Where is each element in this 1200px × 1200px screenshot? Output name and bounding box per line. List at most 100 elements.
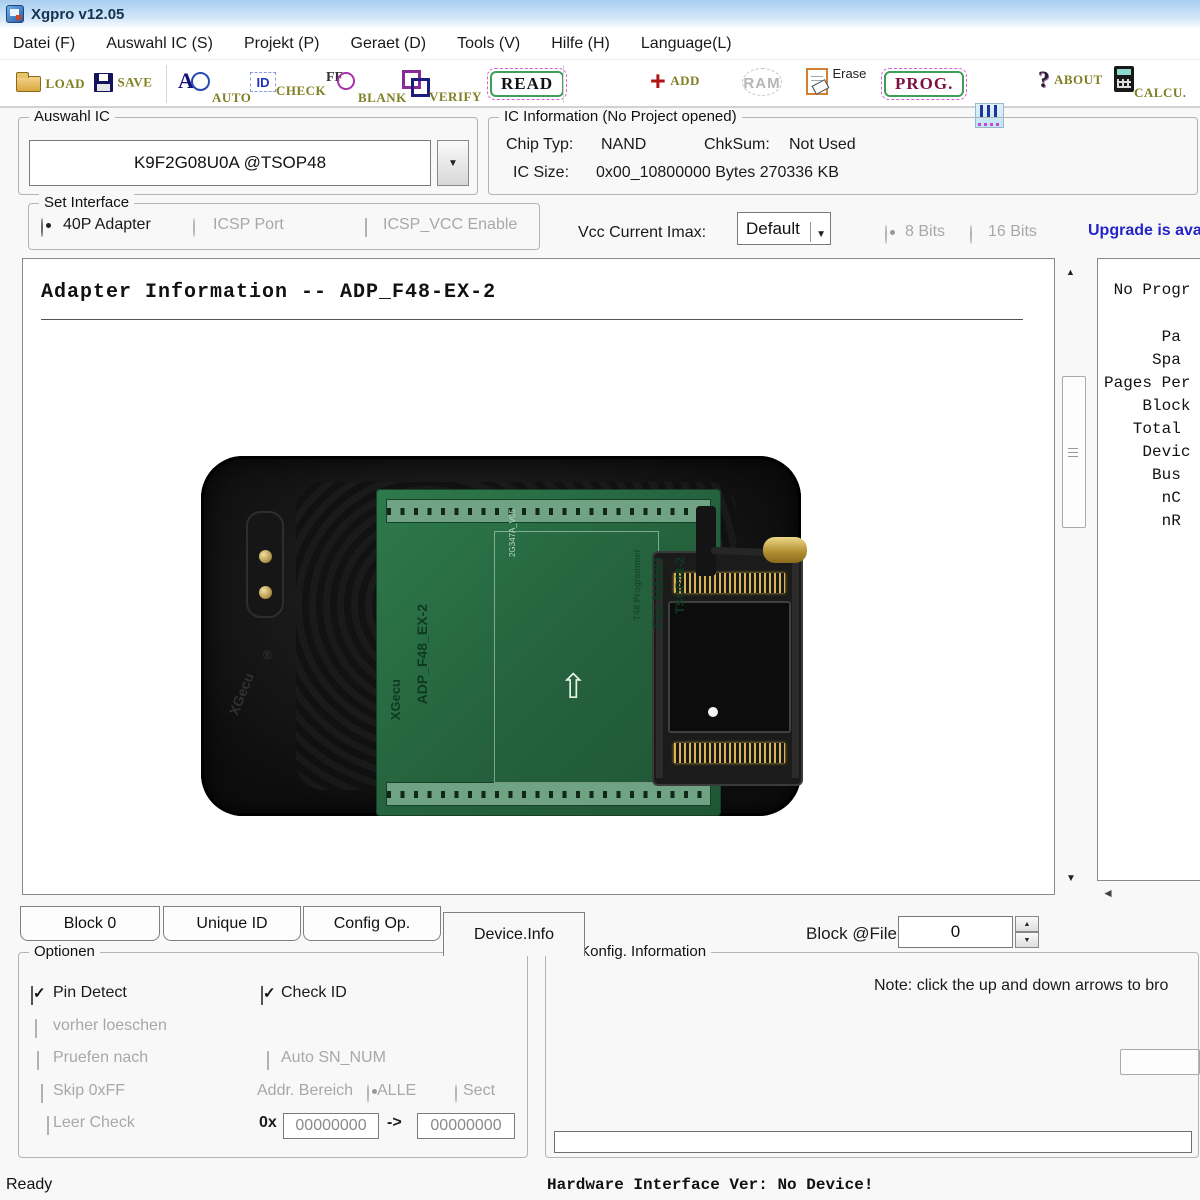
menu-projekt[interactable]: Projekt (P) bbox=[241, 33, 323, 55]
spin-up-icon[interactable] bbox=[1015, 916, 1039, 932]
menu-hilfe[interactable]: Hilfe (H) bbox=[548, 33, 613, 55]
pin1-marker bbox=[708, 707, 718, 717]
checkbox-skip-0xff bbox=[41, 1084, 43, 1103]
load-button[interactable]: LOAD bbox=[16, 75, 85, 93]
adapter-info-title: Adapter Information -- ADP_F48-EX-2 bbox=[41, 281, 496, 304]
ram-button: RAM bbox=[740, 66, 784, 100]
calcu-button[interactable]: CALCU. bbox=[1114, 66, 1186, 92]
checkbox-pruefen-nach bbox=[37, 1051, 39, 1070]
check-label: CHECK bbox=[276, 83, 326, 98]
vcc-combo-arrow-icon[interactable] bbox=[810, 222, 826, 242]
menu-language[interactable]: Language(L) bbox=[638, 33, 735, 55]
hex-prefix-label: 0x bbox=[259, 1114, 277, 1132]
xgpro-window: Xgpro v12.05 Datei (F) Auswahl IC (S) Pr… bbox=[0, 0, 1200, 1200]
pin-header-top bbox=[386, 499, 711, 523]
title-underline bbox=[41, 319, 1023, 320]
checkbox-pin-detect-label: Pin Detect bbox=[53, 984, 127, 1002]
addr-to-value: 00000000 bbox=[430, 1117, 501, 1135]
auto-button[interactable]: AAUTO bbox=[178, 68, 251, 101]
add-button[interactable]: + ADD bbox=[650, 69, 700, 93]
tab-unique-id-label: Unique ID bbox=[196, 915, 267, 933]
upgrade-link[interactable]: Upgrade is ava bbox=[1088, 222, 1200, 240]
radio-40p-adapter-label: 40P Adapter bbox=[63, 216, 151, 234]
block-at-file-value: 0 bbox=[951, 922, 960, 942]
optionen-group: Optionen Pin Detect Check ID vorher loes… bbox=[18, 952, 528, 1158]
device-panel-line: Block bbox=[1104, 395, 1200, 418]
prog-button[interactable]: PROG. bbox=[881, 68, 967, 100]
scroll-down-icon[interactable] bbox=[1066, 868, 1076, 886]
up-arrow-silkscreen: ⇧ bbox=[559, 671, 588, 703]
verify-button[interactable]: VERIFY bbox=[402, 70, 482, 100]
vcc-combo[interactable]: Default bbox=[737, 212, 831, 245]
chksum-label: ChkSum: bbox=[704, 136, 770, 154]
status-bar: Ready Hardware Interface Ver: No Device! bbox=[0, 1164, 1200, 1200]
socket-pins-bottom bbox=[674, 743, 785, 763]
toolbar: LOAD SAVE AAUTO IDCHECK FFBLANK VERIFY R… bbox=[0, 60, 1200, 108]
checkbox-icsp-vcc-label: ICSP_VCC Enable bbox=[383, 216, 517, 234]
spin-down-icon[interactable] bbox=[1015, 932, 1039, 948]
checkbox-pin-detect[interactable] bbox=[31, 986, 33, 1005]
tab-device-info-label: Device.Info bbox=[474, 926, 554, 944]
read-button[interactable]: READ bbox=[487, 68, 567, 100]
radio-icsp-port-label: ICSP Port bbox=[213, 216, 284, 234]
erase-button[interactable]: Erase bbox=[806, 68, 866, 95]
menu-auswahl-ic[interactable]: Auswahl IC (S) bbox=[103, 33, 216, 55]
vertical-scrollbar-thumb[interactable] bbox=[1062, 376, 1086, 528]
device-panel-line: nR bbox=[1104, 510, 1200, 533]
auto-label: AUTO bbox=[212, 90, 251, 105]
device-panel-line: Pa bbox=[1104, 326, 1200, 349]
floppy-icon bbox=[94, 73, 113, 92]
gold-pin bbox=[259, 586, 272, 599]
set-interface-group-label: Set Interface bbox=[39, 194, 134, 211]
menu-tools[interactable]: Tools (V) bbox=[454, 33, 523, 55]
scrollbar-grip bbox=[1068, 448, 1078, 457]
tab-config-op[interactable]: Config Op. bbox=[303, 906, 441, 941]
radio-40p-adapter[interactable] bbox=[41, 218, 43, 237]
pcb-tsop-text: TSOP48-2 bbox=[673, 557, 687, 614]
radio-sect-label: Sect bbox=[463, 1082, 495, 1100]
device-panel-line: No Progr bbox=[1104, 279, 1200, 302]
checkbox-check-id[interactable] bbox=[261, 986, 263, 1005]
addr-range-arrow: -> bbox=[387, 1114, 402, 1132]
checkbox-auto-sn-num bbox=[267, 1051, 269, 1070]
tab-block0[interactable]: Block 0 bbox=[20, 906, 160, 941]
chip-typ-label: Chip Typ: bbox=[506, 136, 573, 154]
pcb-rev-text: 2G347A_V05 bbox=[508, 509, 517, 557]
block-at-file-spinner bbox=[1015, 916, 1039, 948]
device-panel-line: Total bbox=[1104, 418, 1200, 441]
ic-select-dropdown-button[interactable] bbox=[437, 140, 469, 186]
title-bar[interactable]: Xgpro v12.05 bbox=[0, 0, 1200, 28]
registered-mark: ® bbox=[263, 648, 272, 662]
ic-select-combo[interactable]: K9F2G08U0A @TSOP48 bbox=[29, 140, 431, 186]
pcb-model-text: ADP_F48_EX-2 bbox=[414, 604, 430, 704]
menu-geraet[interactable]: Geraet (D) bbox=[348, 33, 430, 55]
tab-device-info[interactable]: Device.Info bbox=[443, 912, 585, 956]
addr-bereich-label: Addr. Bereich bbox=[257, 1082, 353, 1100]
chksum-value: Not Used bbox=[789, 136, 856, 154]
selected-ic: K9F2G08U0A @TSOP48 bbox=[134, 153, 326, 173]
add-plus-icon: + bbox=[650, 66, 666, 96]
scroll-up-icon[interactable] bbox=[1066, 262, 1075, 280]
addr-to-input: 00000000 bbox=[417, 1113, 515, 1139]
save-button[interactable]: SAVE bbox=[94, 73, 152, 92]
blank-button[interactable]: FFBLANK bbox=[326, 70, 407, 101]
radio-alle-label: ALLE bbox=[377, 1082, 416, 1100]
menu-bar: Datei (F) Auswahl IC (S) Projekt (P) Ger… bbox=[0, 28, 1200, 60]
check-button[interactable]: IDCHECK bbox=[250, 72, 326, 92]
device-panel-line: nC bbox=[1104, 487, 1200, 510]
tab-unique-id[interactable]: Unique ID bbox=[163, 906, 301, 941]
block-at-file-input[interactable]: 0 bbox=[898, 916, 1013, 948]
radio-icsp-port bbox=[193, 218, 195, 237]
device-info-side-panel: No Progr Pa Spa Pages Per Block Total De… bbox=[1097, 258, 1200, 881]
pcb-brand-text: XGecu bbox=[388, 679, 403, 720]
scroll-left-icon[interactable] bbox=[1102, 884, 1114, 902]
ic-information-group-label: IC Information (No Project opened) bbox=[499, 108, 742, 125]
about-button[interactable]: ? ABOUT bbox=[1038, 67, 1103, 93]
socket-rail bbox=[792, 559, 799, 778]
checkbox-check-id-label: Check ID bbox=[281, 984, 347, 1002]
tab-config-op-label: Config Op. bbox=[334, 915, 410, 933]
menu-datei[interactable]: Datei (F) bbox=[10, 33, 78, 55]
checkbox-vorher-loeschen bbox=[35, 1019, 37, 1038]
erase-notepad-icon bbox=[806, 68, 828, 95]
ic-konfig-field[interactable] bbox=[554, 1131, 1192, 1153]
